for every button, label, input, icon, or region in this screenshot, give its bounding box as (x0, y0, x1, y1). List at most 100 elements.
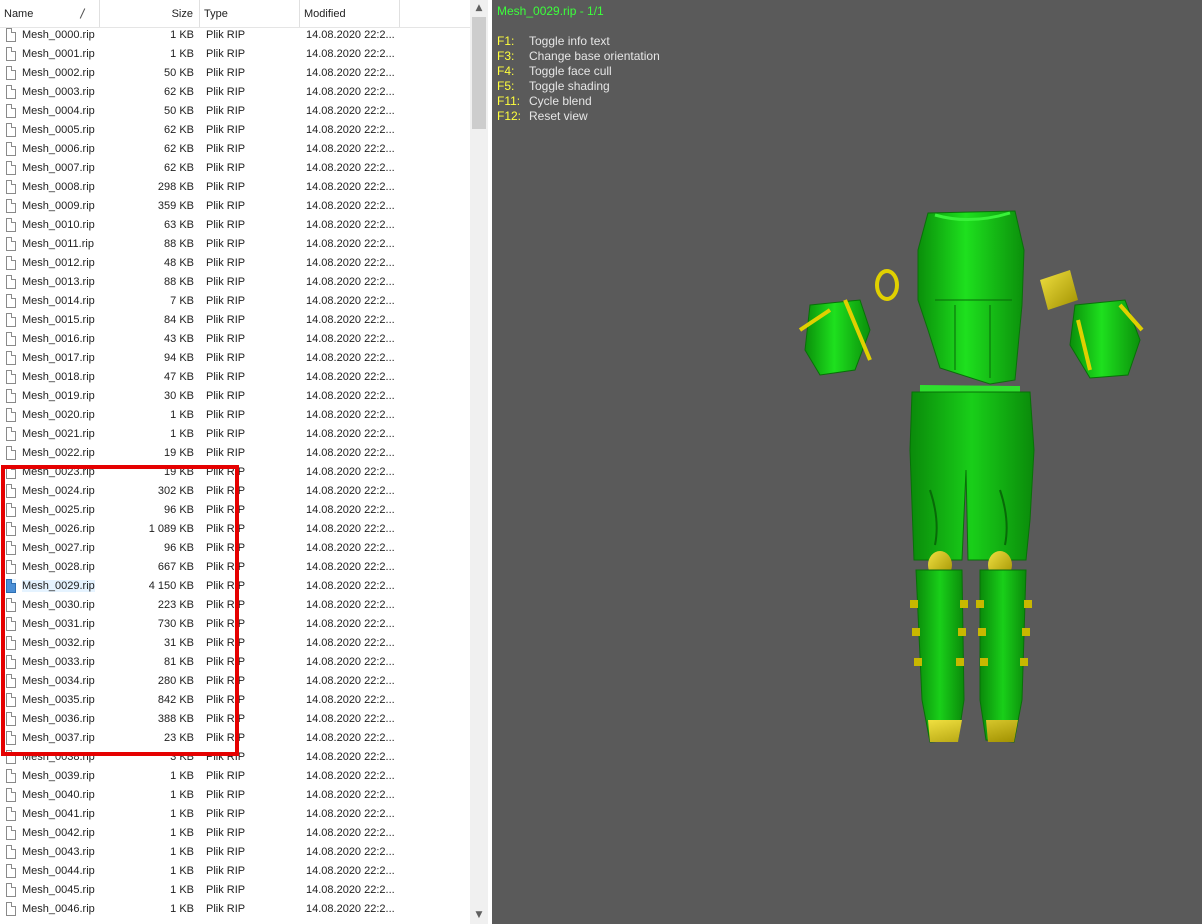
file-row[interactable]: Mesh_0015.rip 84 KB Plik RIP 14.08.2020 22:… (0, 312, 470, 331)
column-header-name-label: Name (4, 8, 34, 20)
file-size: 50 KB (164, 105, 194, 117)
file-size: 1 KB (170, 903, 194, 915)
file-row[interactable]: Mesh_0033.rip 81 KB Plik RIP 14.08.2020 22:… (0, 654, 470, 673)
file-size: 842 KB (157, 694, 194, 706)
file-row[interactable]: Mesh_0044.rip 1 KB Plik RIP 14.08.2020 22:2… (0, 863, 470, 882)
file-size: 298 KB (157, 181, 194, 193)
file-list: Mesh_0000.rip 1 KB Plik RIP 14.08.2020 22:2… (0, 27, 470, 924)
vertical-scrollbar[interactable]: ▲ ▼ (470, 0, 488, 924)
file-row[interactable]: Mesh_0013.rip 88 KB Plik RIP 14.08.2020 22:… (0, 274, 470, 293)
file-row[interactable]: Mesh_0037.rip 23 KB Plik RIP 14.08.2020 22:… (0, 730, 470, 749)
file-size: 1 KB (170, 884, 194, 896)
file-modified: 14.08.2020 22:2... (306, 561, 394, 573)
file-row[interactable]: Mesh_0020.rip 1 KB Plik RIP 14.08.2020 22:2… (0, 407, 470, 426)
file-modified: 14.08.2020 22:2... (306, 29, 394, 41)
file-type: Plik RIP (206, 599, 246, 611)
file-row[interactable]: Mesh_0002.rip 50 KB Plik RIP 14.08.2020 22:… (0, 65, 470, 84)
column-header-size[interactable]: Size (100, 0, 200, 27)
file-row[interactable]: Mesh_0007.rip 62 KB Plik RIP 14.08.2020 22:… (0, 160, 470, 179)
file-list-pane: Name Size Type Modified Mesh_0000.rip 1 K… (0, 0, 488, 924)
file-row[interactable]: Mesh_0023.rip 19 KB Plik RIP 14.08.2020 22:… (0, 464, 470, 483)
file-type: Plik RIP (206, 884, 246, 896)
file-modified: 14.08.2020 22:2... (306, 466, 394, 478)
file-row[interactable]: Mesh_0009.rip 359 KB Plik RIP 14.08.2020 22… (0, 198, 470, 217)
file-icon (6, 294, 16, 308)
file-name: Mesh_0044.rip (22, 865, 95, 877)
file-row[interactable]: Mesh_0046.rip 1 KB Plik RIP 14.08.2020 22:2… (0, 901, 470, 920)
file-row[interactable]: Mesh_0026.rip 1 089 KB Plik RIP 14.08.2020 … (0, 521, 470, 540)
file-row[interactable]: Mesh_0018.rip 47 KB Plik RIP 14.08.2020 22:… (0, 369, 470, 388)
file-size: 667 KB (157, 561, 194, 573)
file-name: Mesh_0004.rip (22, 105, 95, 117)
file-row[interactable]: Mesh_0034.rip 280 KB Plik RIP 14.08.2020 22… (0, 673, 470, 692)
file-row[interactable]: Mesh_0041.rip 1 KB Plik RIP 14.08.2020 22:2… (0, 806, 470, 825)
file-row[interactable]: Mesh_0014.rip 7 KB Plik RIP 14.08.2020 22:2… (0, 293, 470, 312)
file-row[interactable]: Mesh_0021.rip 1 KB Plik RIP 14.08.2020 22:2… (0, 426, 470, 445)
file-row[interactable]: Mesh_0028.rip 667 KB Plik RIP 14.08.2020 22… (0, 559, 470, 578)
scroll-up-arrow-icon[interactable]: ▲ (470, 0, 488, 17)
file-size: 730 KB (157, 618, 194, 630)
file-modified: 14.08.2020 22:2... (306, 827, 394, 839)
file-modified: 14.08.2020 22:2... (306, 181, 394, 193)
file-row[interactable]: Mesh_0038.rip 3 KB Plik RIP 14.08.2020 22:2… (0, 749, 470, 768)
file-modified: 14.08.2020 22:2... (306, 390, 394, 402)
file-type: Plik RIP (206, 238, 246, 250)
file-row[interactable]: Mesh_0019.rip 30 KB Plik RIP 14.08.2020 22:… (0, 388, 470, 407)
file-type: Plik RIP (206, 713, 246, 725)
column-header-modified[interactable]: Modified (300, 0, 400, 27)
file-row[interactable]: Mesh_0012.rip 48 KB Plik RIP 14.08.2020 22:… (0, 255, 470, 274)
file-type: Plik RIP (206, 48, 246, 60)
file-row[interactable]: Mesh_0040.rip 1 KB Plik RIP 14.08.2020 22:2… (0, 787, 470, 806)
file-modified: 14.08.2020 22:2... (306, 162, 394, 174)
file-row[interactable]: Mesh_0005.rip 62 KB Plik RIP 14.08.2020 22:… (0, 122, 470, 141)
column-header-name[interactable]: Name (0, 0, 100, 27)
file-row[interactable]: Mesh_0010.rip 63 KB Plik RIP 14.08.2020 22:… (0, 217, 470, 236)
file-row[interactable]: Mesh_0036.rip 388 KB Plik RIP 14.08.2020 22… (0, 711, 470, 730)
file-row[interactable]: Mesh_0030.rip 223 KB Plik RIP 14.08.2020 22… (0, 597, 470, 616)
file-icon (6, 788, 16, 802)
file-row[interactable]: Mesh_0017.rip 94 KB Plik RIP 14.08.2020 22:… (0, 350, 470, 369)
file-row[interactable]: Mesh_0022.rip 19 KB Plik RIP 14.08.2020 22:… (0, 445, 470, 464)
file-row[interactable]: Mesh_0003.rip 62 KB Plik RIP 14.08.2020 22:… (0, 84, 470, 103)
file-row[interactable]: Mesh_0025.rip 96 KB Plik RIP 14.08.2020 22:… (0, 502, 470, 521)
armor-model-render (798, 210, 1144, 743)
file-type: Plik RIP (206, 124, 246, 136)
file-type: Plik RIP (206, 276, 246, 288)
file-row[interactable]: Mesh_0035.rip 842 KB Plik RIP 14.08.2020 22… (0, 692, 470, 711)
file-row[interactable]: Mesh_0008.rip 298 KB Plik RIP 14.08.2020 22… (0, 179, 470, 198)
file-name: Mesh_0005.rip (22, 124, 95, 136)
file-size: 62 KB (164, 124, 194, 136)
file-modified: 14.08.2020 22:2... (306, 295, 394, 307)
file-name: Mesh_0021.rip (22, 428, 95, 440)
mesh-viewer[interactable]: Mesh_0029.rip - 1/1 F1: Toggle info text F… (492, 0, 1202, 924)
file-icon (6, 313, 16, 327)
file-type: Plik RIP (206, 523, 246, 535)
file-row[interactable]: Mesh_0011.rip 88 KB Plik RIP 14.08.2020 22:… (0, 236, 470, 255)
file-type: Plik RIP (206, 808, 246, 820)
file-row[interactable]: Mesh_0000.rip 1 KB Plik RIP 14.08.2020 22:2… (0, 27, 470, 46)
file-type: Plik RIP (206, 732, 246, 744)
file-row[interactable]: Mesh_0045.rip 1 KB Plik RIP 14.08.2020 22:2… (0, 882, 470, 901)
file-row[interactable]: Mesh_0043.rip 1 KB Plik RIP 14.08.2020 22:2… (0, 844, 470, 863)
file-row[interactable]: Mesh_0016.rip 43 KB Plik RIP 14.08.2020 22:… (0, 331, 470, 350)
file-row[interactable]: Mesh_0042.rip 1 KB Plik RIP 14.08.2020 22:2… (0, 825, 470, 844)
scrollbar-thumb[interactable] (472, 17, 486, 129)
file-row[interactable]: Mesh_0029.rip 4 150 KB Plik RIP 14.08.2020 … (0, 578, 470, 597)
column-header-type[interactable]: Type (200, 0, 300, 27)
file-row[interactable]: Mesh_0027.rip 96 KB Plik RIP 14.08.2020 22:… (0, 540, 470, 559)
file-row[interactable]: Mesh_0001.rip 1 KB Plik RIP 14.08.2020 22:2… (0, 46, 470, 65)
file-size: 1 KB (170, 29, 194, 41)
file-row[interactable]: Mesh_0031.rip 730 KB Plik RIP 14.08.2020 22… (0, 616, 470, 635)
file-name: Mesh_0023.rip (22, 466, 95, 478)
scroll-down-arrow-icon[interactable]: ▼ (470, 907, 488, 924)
file-row[interactable]: Mesh_0006.rip 62 KB Plik RIP 14.08.2020 22:… (0, 141, 470, 160)
file-modified: 14.08.2020 22:2... (306, 637, 394, 649)
file-name: Mesh_0027.rip (22, 542, 95, 554)
file-row[interactable]: Mesh_0039.rip 1 KB Plik RIP 14.08.2020 22:2… (0, 768, 470, 787)
file-row[interactable]: Mesh_0024.rip 302 KB Plik RIP 14.08.2020 22… (0, 483, 470, 502)
file-row[interactable]: Mesh_0032.rip 31 KB Plik RIP 14.08.2020 22:… (0, 635, 470, 654)
file-row[interactable]: Mesh_0004.rip 50 KB Plik RIP 14.08.2020 22:… (0, 103, 470, 122)
file-type: Plik RIP (206, 827, 246, 839)
file-modified: 14.08.2020 22:2... (306, 67, 394, 79)
file-modified: 14.08.2020 22:2... (306, 314, 394, 326)
